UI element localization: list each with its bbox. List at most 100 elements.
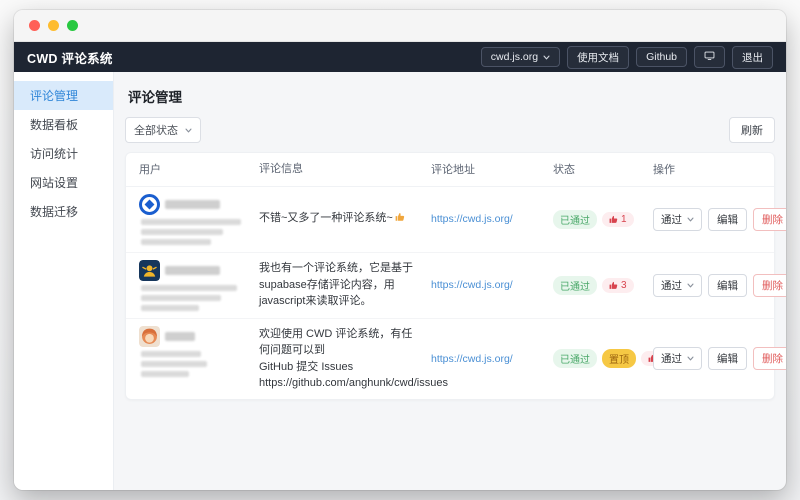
sidebar: 评论管理 数据看板 访问统计 网站设置 数据迁移	[14, 72, 114, 490]
github-button[interactable]: Github	[636, 47, 687, 67]
edit-button[interactable]: 编辑	[708, 347, 747, 370]
status-action-value: 通过	[661, 353, 682, 365]
blurred-user-meta	[141, 228, 223, 235]
avatar	[139, 193, 160, 215]
comment-url-link[interactable]: https://cwd.js.org/	[431, 353, 513, 365]
actions-cell: 通过 编辑 删除	[646, 267, 786, 304]
sidebar-item-comments[interactable]: 评论管理	[14, 81, 113, 110]
blurred-user-meta	[141, 370, 189, 377]
edit-button[interactable]: 编辑	[708, 273, 747, 297]
docs-button[interactable]: 使用文档	[567, 45, 630, 69]
blurred-username	[165, 265, 220, 275]
blurred-user-email	[141, 284, 237, 291]
status-action-value: 通过	[661, 213, 682, 226]
minimize-window-button[interactable]	[48, 20, 59, 31]
user-cell	[132, 319, 252, 384]
table-row: 不错~又多了一种评论系统~ https://cwd.js.org/ 已通过 1	[126, 187, 786, 253]
status-filter-select[interactable]: 全部状态	[125, 117, 201, 143]
comment-url-cell: https://cwd.js.org/	[424, 346, 546, 372]
comment-url-cell: https://cwd.js.org/	[424, 272, 546, 298]
status-cell: 已通过 置顶 6	[546, 342, 673, 375]
status-badge: 已通过	[553, 275, 597, 295]
avatar	[139, 259, 160, 281]
avatar	[139, 325, 160, 347]
thumbs-up-icon	[609, 281, 618, 290]
logout-button[interactable]: 退出	[732, 45, 773, 69]
blurred-user-email	[141, 350, 201, 357]
blurred-user-meta	[141, 360, 207, 367]
site-select-value: cwd.js.org	[490, 51, 539, 63]
toolbar: 全部状态 刷新	[125, 117, 775, 143]
blurred-username	[165, 331, 195, 341]
blurred-user-email	[141, 218, 241, 225]
likes-count: 1	[621, 213, 627, 225]
likes-count: 3	[621, 279, 627, 291]
chevron-down-icon	[543, 54, 550, 61]
col-actions: 操作	[653, 164, 675, 177]
comment-url-cell: https://cwd.js.org/	[424, 206, 546, 232]
comment-text: 不错~又多了一种评论系统~	[252, 203, 424, 235]
col-url: 评论地址	[431, 164, 475, 177]
sidebar-item-site-settings[interactable]: 网站设置	[14, 168, 113, 197]
blurred-user-meta	[141, 304, 199, 311]
delete-button[interactable]: 删除	[753, 273, 786, 297]
actions-cell: 通过 编辑 删除	[646, 340, 786, 377]
actions-cell: 通过 编辑 删除	[646, 201, 786, 238]
app-window: CWD 评论系统 cwd.js.org 使用文档 Github 退出 评论管理 …	[14, 10, 786, 490]
comment-text: 欢迎使用 CWD 评论系统，有任何问题可以到 GitHub 提交 Issues …	[259, 327, 448, 390]
user-cell	[132, 253, 252, 318]
status-filter-value: 全部状态	[134, 125, 178, 137]
thumbs-up-emoji	[395, 211, 405, 228]
refresh-button[interactable]: 刷新	[729, 117, 775, 143]
table-header-row: 用户 评论信息 评论地址 状态 操作	[126, 153, 774, 187]
blurred-user-meta	[141, 238, 211, 245]
pinned-badge: 置顶	[602, 349, 636, 368]
delete-button[interactable]: 删除	[753, 207, 786, 231]
app-title: CWD 评论系统	[27, 51, 113, 66]
user-cell	[132, 187, 252, 252]
col-comment: 评论信息	[259, 163, 303, 175]
sidebar-item-visit-stats[interactable]: 访问统计	[14, 139, 113, 168]
status-action-select[interactable]: 通过	[653, 207, 702, 231]
screen-mode-button[interactable]	[694, 46, 725, 68]
status-action-value: 通过	[661, 279, 682, 292]
monitor-icon	[704, 50, 715, 64]
status-cell: 已通过 1	[546, 203, 646, 236]
sidebar-item-data-migration[interactable]: 数据迁移	[14, 197, 113, 226]
status-badge: 已通过	[553, 349, 597, 368]
site-select[interactable]: cwd.js.org	[480, 47, 561, 67]
chevron-down-icon	[185, 127, 192, 134]
maximize-window-button[interactable]	[67, 20, 78, 31]
status-badge: 已通过	[553, 209, 597, 229]
table-row: 我也有一个评论系统，它是基于supabase存储评论内容，用javascript…	[126, 253, 786, 319]
page-title: 评论管理	[128, 90, 182, 105]
col-user: 用户	[139, 164, 161, 176]
likes-badge: 3	[602, 277, 634, 293]
status-action-select[interactable]: 通过	[653, 273, 702, 297]
blurred-user-meta	[141, 294, 221, 301]
likes-badge: 1	[602, 211, 634, 227]
window-titlebar	[14, 10, 786, 42]
desktop-background: CWD 评论系统 cwd.js.org 使用文档 Github 退出 评论管理 …	[0, 0, 800, 500]
main-content: 评论管理 全部状态 刷新 用户 评论信息 评论地址 状态 操作 不错~又多了一种…	[114, 72, 786, 490]
window-body: 评论管理 数据看板 访问统计 网站设置 数据迁移 评论管理 全部状态 刷新 用户…	[14, 72, 786, 490]
comment-url-link[interactable]: https://cwd.js.org/	[431, 279, 513, 291]
chevron-down-icon	[687, 216, 694, 223]
comment-text: 我也有一个评论系统，它是基于supabase存储评论内容，用javascript…	[259, 262, 413, 308]
edit-button[interactable]: 编辑	[708, 207, 747, 231]
thumbs-up-icon	[609, 215, 618, 224]
sidebar-item-dashboard[interactable]: 数据看板	[14, 110, 113, 139]
blurred-username	[165, 199, 220, 209]
status-action-select[interactable]: 通过	[653, 347, 702, 370]
chevron-down-icon	[687, 282, 694, 289]
comment-url-link[interactable]: https://cwd.js.org/	[431, 213, 513, 225]
delete-button[interactable]: 删除	[753, 347, 786, 370]
top-navbar: CWD 评论系统 cwd.js.org 使用文档 Github 退出	[14, 42, 786, 72]
status-cell: 已通过 3	[546, 269, 646, 302]
comments-table: 用户 评论信息 评论地址 状态 操作 不错~又多了一种评论系统~ https:/…	[125, 152, 786, 400]
table-row: 欢迎使用 CWD 评论系统，有任何问题可以到 GitHub 提交 Issues …	[126, 319, 786, 399]
navbar-actions: cwd.js.org 使用文档 Github 退出	[480, 45, 773, 69]
col-status: 状态	[553, 164, 575, 177]
chevron-down-icon	[687, 355, 694, 362]
close-window-button[interactable]	[29, 20, 40, 31]
